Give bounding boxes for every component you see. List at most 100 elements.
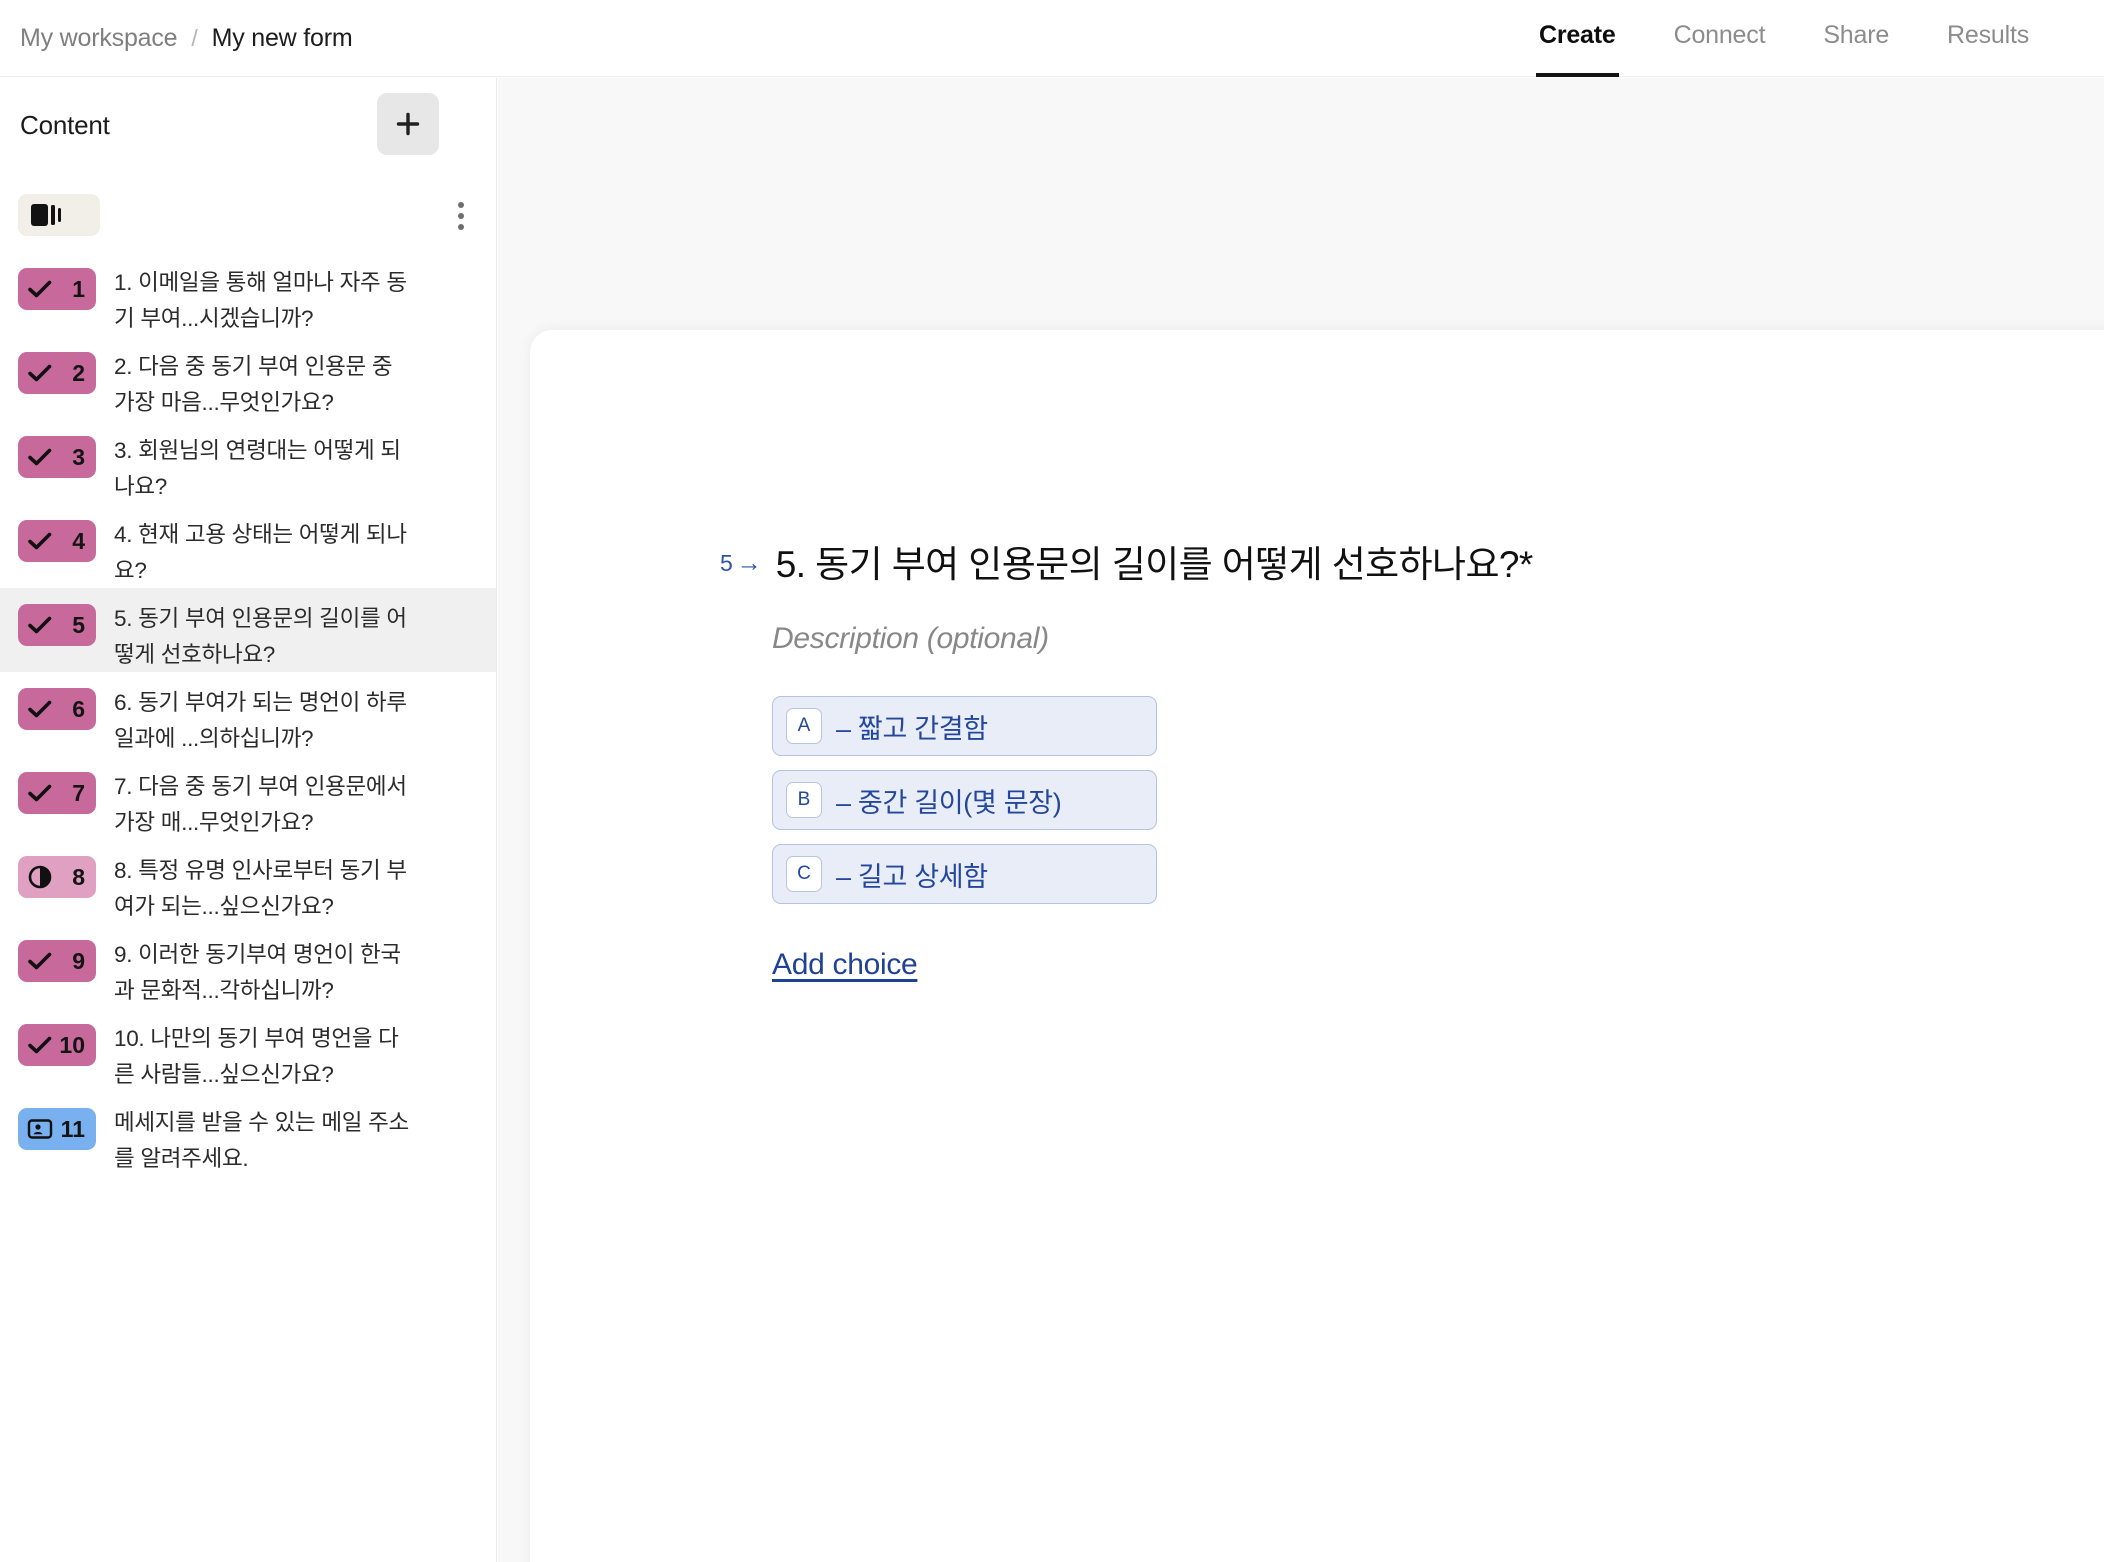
choice-text-b: 중간 길이(몇 문장)	[857, 787, 1062, 818]
question-ref-badge: 5 →	[720, 550, 762, 577]
choice-dash: –	[836, 787, 851, 818]
question-badge: 10	[18, 1024, 96, 1066]
question-number: 4	[72, 527, 85, 554]
question-number: 2	[72, 359, 85, 386]
choice-label-a[interactable]: – 짧고 간결함	[836, 707, 988, 746]
contact-card-icon	[27, 1119, 53, 1139]
sidebar-question-6[interactable]: 6 6. 동기 부여가 되는 명언이 하루 일과에 ...의하십니까?	[0, 672, 496, 756]
sidebar-question-3[interactable]: 3 3. 회원님의 연령대는 어떻게 되나요?	[0, 420, 496, 504]
question-ref-number: 5	[720, 550, 733, 576]
question-badge: 5	[18, 604, 96, 646]
sidebar: Content 1 1. 이메일을 통해 얼마나 자주 동기 부여...시겠습니…	[0, 78, 497, 1562]
breadcrumb-separator: /	[191, 25, 198, 51]
question-number: 9	[72, 947, 85, 974]
question-editor: 5 → 5. 동기 부여 인용문의 길이를 어떻게 선호하나요?* Descrip…	[720, 542, 2020, 982]
plus-icon	[396, 112, 420, 136]
kebab-dot	[458, 224, 464, 230]
question-badge: 9	[18, 940, 96, 982]
sidebar-question-1[interactable]: 1 1. 이메일을 통해 얼마나 자주 동기 부여...시겠습니까?	[0, 252, 496, 336]
question-title[interactable]: 5. 동기 부여 인용문의 길이를 어떻게 선호하나요?*	[776, 542, 1533, 588]
choice-label-c[interactable]: – 길고 상세함	[836, 855, 988, 894]
arrow-right-icon: →	[736, 549, 762, 577]
question-number: 8	[72, 863, 85, 890]
question-list: 1 1. 이메일을 통해 얼마나 자주 동기 부여...시겠습니까? 2 2. …	[0, 252, 496, 1176]
question-label: 메세지를 받을 수 있는 메일 주소를 알려주세요.	[114, 1110, 409, 1171]
sidebar-question-4[interactable]: 4 4. 현재 고용 상태는 어떻게 되나요?	[0, 504, 496, 588]
sidebar-question-7[interactable]: 7 7. 다음 중 동기 부여 인용문에서 가장 매...무엇인가요?	[0, 756, 496, 840]
sidebar-question-10[interactable]: 10 10. 나만의 동기 부여 명언을 다른 사람들...싶으신가요?	[0, 1008, 496, 1092]
nav-tabs: Create Connect Share Results	[1535, 0, 2032, 77]
tab-share[interactable]: Share	[1820, 0, 1892, 77]
check-icon	[28, 616, 52, 634]
choice-label-b[interactable]: – 중간 길이(몇 문장)	[836, 781, 1062, 820]
kebab-dot	[458, 213, 464, 219]
question-badge: 6	[18, 688, 96, 730]
breadcrumb: My workspace / My new form	[20, 0, 353, 77]
check-icon	[28, 448, 52, 466]
check-icon	[28, 700, 52, 718]
question-label: 1. 이메일을 통해 얼마나 자주 동기 부여...시겠습니까?	[114, 270, 407, 331]
question-badge: 4	[18, 520, 96, 562]
question-label: 4. 현재 고용 상태는 어떻게 되나요?	[114, 522, 407, 583]
check-icon	[28, 364, 52, 382]
sidebar-question-2[interactable]: 2 2. 다음 중 동기 부여 인용문 중 가장 마음...무엇인가요?	[0, 336, 496, 420]
question-label: 9. 이러한 동기부여 명언이 한국과 문화적...각하십니까?	[114, 942, 401, 1003]
question-label: 3. 회원님의 연령대는 어떻게 되나요?	[114, 438, 401, 499]
sidebar-header: Content	[0, 78, 496, 178]
kebab-menu-icon[interactable]	[443, 196, 479, 236]
sidebar-question-8[interactable]: 8 8. 특정 유명 인사로부터 동기 부여가 되는...싶으신가요?	[0, 840, 496, 924]
choice-option-b[interactable]: B – 중간 길이(몇 문장)	[772, 770, 1157, 831]
check-icon	[28, 280, 52, 298]
question-number: 5	[72, 611, 85, 638]
tab-connect[interactable]: Connect	[1671, 0, 1769, 77]
top-bar: My workspace / My new form Create Connec…	[0, 0, 2104, 77]
question-description-input[interactable]: Description (optional)	[772, 622, 2020, 656]
half-circle-icon	[28, 865, 52, 889]
choice-dash: –	[836, 861, 851, 892]
check-icon	[28, 784, 52, 802]
sidebar-title: Content	[20, 110, 110, 140]
choice-option-a[interactable]: A – 짧고 간결함	[772, 696, 1157, 757]
breadcrumb-workspace-link[interactable]: My workspace	[20, 24, 178, 53]
question-label: 5. 동기 부여 인용문의 길이를 어떻게 선호하나요?	[114, 606, 407, 667]
choice-key-c: C	[786, 856, 822, 893]
form-preview-card: 5 → 5. 동기 부여 인용문의 길이를 어떻게 선호하나요?* Descrip…	[530, 330, 2104, 1562]
main-pane: 5 → 5. 동기 부여 인용문의 길이를 어떻게 선호하나요?* Descrip…	[498, 78, 2104, 1562]
question-label: 6. 동기 부여가 되는 명언이 하루 일과에 ...의하십니까?	[114, 690, 407, 751]
choice-key-b: B	[786, 782, 822, 819]
sidebar-question-9[interactable]: 9 9. 이러한 동기부여 명언이 한국과 문화적...각하십니까?	[0, 924, 496, 1008]
question-badge: 8	[18, 856, 96, 898]
question-label: 10. 나만의 동기 부여 명언을 다른 사람들...싶으신가요?	[114, 1026, 399, 1087]
question-label: 2. 다음 중 동기 부여 인용문 중 가장 마음...무엇인가요?	[114, 354, 393, 415]
choice-key-a: A	[786, 708, 822, 745]
question-badge: 11	[18, 1108, 96, 1150]
question-number: 10	[59, 1031, 85, 1058]
check-icon	[28, 952, 52, 970]
question-number: 7	[72, 779, 85, 806]
sidebar-question-11[interactable]: 11 메세지를 받을 수 있는 메일 주소를 알려주세요.	[0, 1092, 496, 1176]
question-number: 1	[72, 275, 85, 302]
choice-dash: –	[836, 713, 851, 744]
question-label: 8. 특정 유명 인사로부터 동기 부여가 되는...싶으신가요?	[114, 858, 407, 919]
question-title-row: 5 → 5. 동기 부여 인용문의 길이를 어떻게 선호하나요?*	[720, 542, 2020, 588]
choice-text-a: 짧고 간결함	[857, 713, 988, 744]
question-number: 11	[60, 1115, 85, 1142]
check-icon	[28, 1036, 52, 1054]
sidebar-question-5[interactable]: 5 5. 동기 부여 인용문의 길이를 어떻게 선호하나요?	[0, 588, 496, 672]
choice-option-c[interactable]: C – 길고 상세함	[772, 844, 1157, 905]
choice-text-c: 길고 상세함	[857, 861, 988, 892]
question-number: 3	[72, 443, 85, 470]
add-content-button[interactable]	[377, 93, 439, 155]
breadcrumb-current-form[interactable]: My new form	[212, 24, 353, 53]
question-badge: 2	[18, 352, 96, 394]
kebab-dot	[458, 202, 464, 208]
check-icon	[28, 532, 52, 550]
tab-results[interactable]: Results	[1944, 0, 2032, 77]
group-pill[interactable]	[18, 194, 100, 236]
tab-create[interactable]: Create	[1535, 0, 1619, 77]
choice-list: A – 짧고 간결함 B – 중간 길이(몇 문장) C – 길고 상세함	[772, 696, 2020, 905]
group-row	[0, 178, 496, 252]
card-stack-icon	[31, 204, 61, 226]
question-badge: 3	[18, 436, 96, 478]
add-choice-link[interactable]: Add choice	[772, 948, 918, 982]
